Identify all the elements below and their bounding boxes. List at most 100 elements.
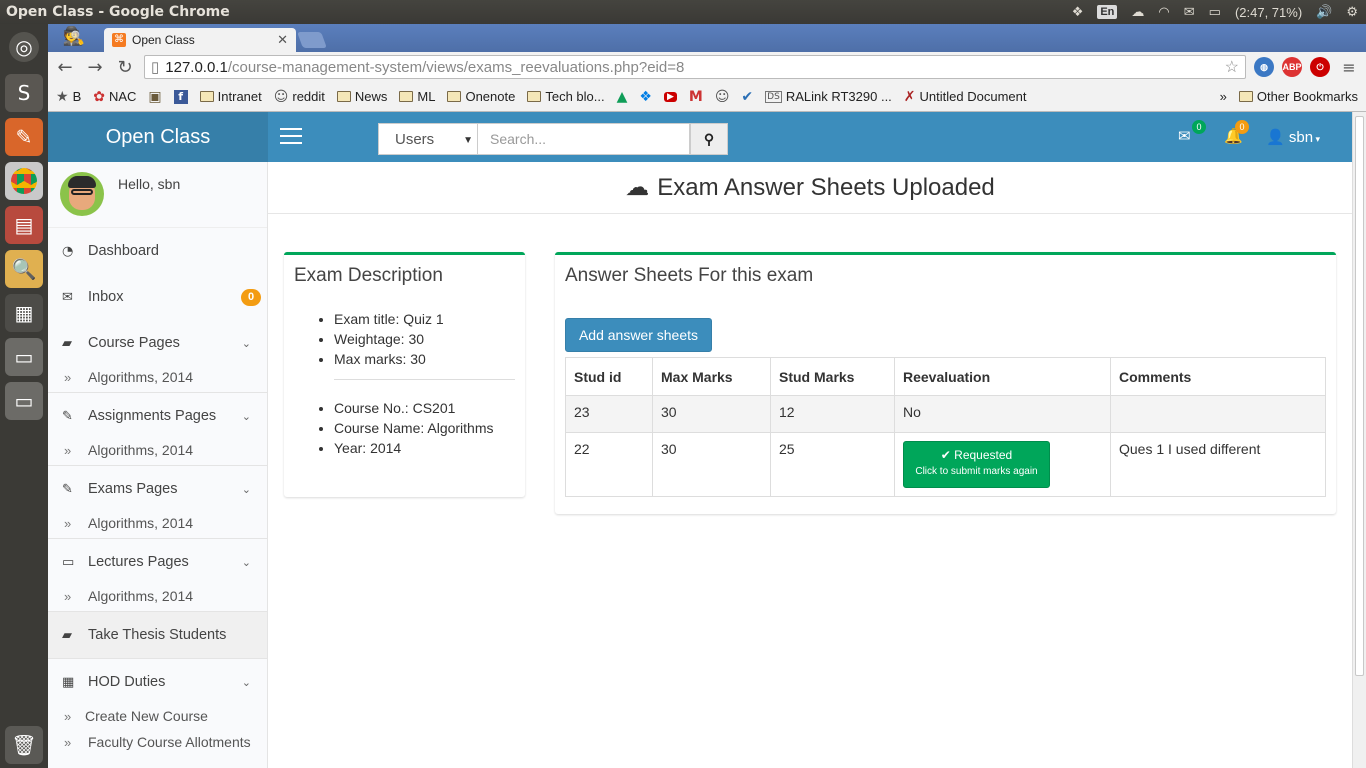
- battery-icon[interactable]: ▭: [1209, 4, 1221, 20]
- sidebar-item-hod-duties[interactable]: ▦ HOD Duties ⌄: [48, 659, 267, 705]
- star-icon: ★: [56, 88, 69, 105]
- bookmark-item[interactable]: M: [689, 89, 703, 105]
- bookmark-item[interactable]: ❖: [639, 89, 652, 105]
- dropbox-tray-icon[interactable]: ❖: [1072, 4, 1084, 20]
- column-header: Max Marks: [652, 357, 771, 396]
- sidebar-item-course-pages[interactable]: ▰ Course Pages ⌄: [48, 320, 267, 366]
- list-item: Weightage: 30: [334, 329, 525, 349]
- workspace-switcher-icon[interactable]: ▦: [5, 294, 43, 332]
- reload-button[interactable]: ↻: [114, 57, 136, 78]
- sidebar-subitem-assignments[interactable]: » Algorithms, 2014: [48, 435, 267, 465]
- bookmark-folder[interactable]: ML: [399, 89, 435, 104]
- bookmark-item[interactable]: DS RALink RT3290 ...: [765, 89, 892, 104]
- tab-title: Open Class: [132, 33, 195, 47]
- add-answer-sheets-button[interactable]: Add answer sheets: [565, 318, 712, 352]
- bookmark-star-icon[interactable]: ☆: [1225, 57, 1239, 77]
- search-input[interactable]: Search...: [478, 123, 690, 155]
- bookmark-folder[interactable]: Tech blo...: [527, 89, 605, 104]
- trash-icon[interactable]: 🗑: [5, 726, 43, 764]
- back-button[interactable]: ←: [54, 57, 76, 78]
- list-item: Max marks: 30: [334, 349, 525, 369]
- chrome-menu-icon[interactable]: ≡: [1338, 58, 1360, 77]
- app-header: Open Class Users ▼ Search... ⚲ ✉ 0 🔔 0 👤 …: [48, 112, 1352, 162]
- sidebar-item-exams-pages[interactable]: ✎ Exams Pages ⌄: [48, 466, 267, 512]
- adblock-plus-icon[interactable]: ABP: [1282, 57, 1302, 77]
- chrome-icon[interactable]: [5, 162, 43, 200]
- table-header-row: Stud id Max Marks Stud Marks Reevaluatio…: [565, 357, 1326, 396]
- bookmark-item[interactable]: ☺ reddit: [274, 89, 325, 105]
- keyboard-layout-indicator[interactable]: En: [1097, 5, 1118, 19]
- edit-icon: ✎: [62, 481, 73, 497]
- sidebar-subitem-faculty-allotments[interactable]: » Faculty Course Allotments: [48, 727, 267, 757]
- messages-icon[interactable]: ✉: [1178, 127, 1191, 145]
- power-extension-icon[interactable]: ⏻: [1310, 57, 1330, 77]
- sidebar-toggle-icon[interactable]: [280, 128, 302, 146]
- sidebar-item-inbox[interactable]: ✉ Inbox 0: [48, 274, 267, 320]
- web-page: Open Class Users ▼ Search... ⚲ ✉ 0 🔔 0 👤 …: [48, 112, 1352, 768]
- folder-icon: [399, 91, 414, 102]
- course-details-list: Course No.: CS201 Course Name: Algorithm…: [334, 398, 525, 458]
- ubuntu-home-icon[interactable]: ◎: [9, 32, 39, 62]
- volume-icon[interactable]: 🔊: [1316, 4, 1332, 20]
- system-settings-icon[interactable]: ✎: [5, 118, 43, 156]
- check-icon: ✔: [940, 448, 951, 462]
- drive-icon[interactable]: ▭: [5, 338, 43, 376]
- globe-extension-icon[interactable]: ◍: [1254, 57, 1274, 77]
- address-bar[interactable]: ▯ 127.0.0.1 /course-management-system/vi…: [144, 55, 1246, 79]
- battery-status[interactable]: (2:47, 71%): [1235, 5, 1302, 20]
- bookmark-item[interactable]: ★ B: [56, 89, 81, 105]
- column-header: Reevaluation: [894, 357, 1111, 396]
- app-logo[interactable]: Open Class: [48, 112, 268, 162]
- settings-gear-icon[interactable]: ⚙: [1346, 4, 1358, 20]
- angle-double-right-icon: »: [64, 588, 72, 604]
- bookmark-item[interactable]: ▣: [148, 89, 161, 105]
- sidebar-item-assignments-pages[interactable]: ✎ Assignments Pages ⌄: [48, 393, 267, 439]
- image-viewer-icon[interactable]: 🔍: [5, 250, 43, 288]
- column-header: Stud id: [565, 357, 653, 396]
- sidebar-item-take-thesis[interactable]: ▰ Take Thesis Students: [48, 612, 267, 658]
- reevaluation-requested-button[interactable]: ✔ Requested Click to submit marks again: [903, 441, 1050, 488]
- bookmark-folder[interactable]: Intranet: [199, 89, 262, 104]
- close-tab-icon[interactable]: ✕: [277, 32, 288, 48]
- files-icon[interactable]: ▤: [5, 206, 43, 244]
- table-cell: 25: [770, 432, 895, 497]
- sidebar-item-dashboard[interactable]: ◔ Dashboard: [48, 228, 267, 274]
- wifi-icon[interactable]: ◠: [1158, 4, 1169, 20]
- scrollbar-thumb[interactable]: [1355, 116, 1364, 676]
- reevaluation-subtext: Click to submit marks again: [915, 466, 1038, 477]
- bookmark-item[interactable]: ✔: [741, 89, 753, 105]
- bookmark-item[interactable]: ▲: [617, 89, 628, 105]
- bookmark-folder[interactable]: Onenote: [447, 89, 515, 104]
- sidebar-subitem-course[interactable]: » Algorithms, 2014: [48, 362, 267, 392]
- cloud-icon[interactable]: ☁: [1131, 4, 1144, 20]
- sidebar-subitem-exams[interactable]: » Algorithms, 2014: [48, 508, 267, 538]
- bookmark-item[interactable]: ▶: [663, 91, 677, 102]
- bookmark-folder[interactable]: News: [336, 89, 387, 104]
- table-cell: 12: [770, 395, 895, 433]
- sidebar-subitem-lectures[interactable]: » Algorithms, 2014: [48, 581, 267, 611]
- bookmark-item[interactable]: ✗ Untitled Document: [904, 89, 1027, 105]
- table-cell: [1110, 395, 1326, 433]
- forward-button[interactable]: →: [84, 57, 106, 78]
- sidebar-item-lectures-pages[interactable]: ▭ Lectures Pages ⌄: [48, 539, 267, 585]
- facebook-icon: f: [173, 89, 188, 104]
- reddit-icon: ☺: [273, 88, 289, 105]
- browser-tab[interactable]: ⌘ Open Class ✕: [104, 28, 296, 52]
- search-button[interactable]: ⚲: [690, 123, 728, 155]
- bookmark-item[interactable]: ☺: [715, 89, 730, 105]
- other-bookmarks-folder[interactable]: Other Bookmarks: [1238, 89, 1358, 104]
- bookmarks-overflow-button[interactable]: »: [1220, 89, 1227, 104]
- new-tab-button[interactable]: [297, 32, 327, 48]
- bookmark-item[interactable]: ✿ NAC: [93, 89, 136, 105]
- list-item: Exam title: Quiz 1: [334, 309, 525, 329]
- table-cell: No: [894, 395, 1111, 433]
- bookmark-item[interactable]: f: [173, 89, 188, 104]
- mail-tray-icon[interactable]: ✉: [1184, 4, 1195, 20]
- user-menu[interactable]: 👤 sbn ▾: [1266, 128, 1320, 146]
- list-item: Year: 2014: [334, 438, 525, 458]
- sublime-text-icon[interactable]: S: [5, 74, 43, 112]
- search-category-select[interactable]: Users ▼: [378, 123, 478, 155]
- page-icon: ▯: [151, 59, 160, 76]
- page-scrollbar[interactable]: [1352, 112, 1366, 768]
- drive-icon[interactable]: ▭: [5, 382, 43, 420]
